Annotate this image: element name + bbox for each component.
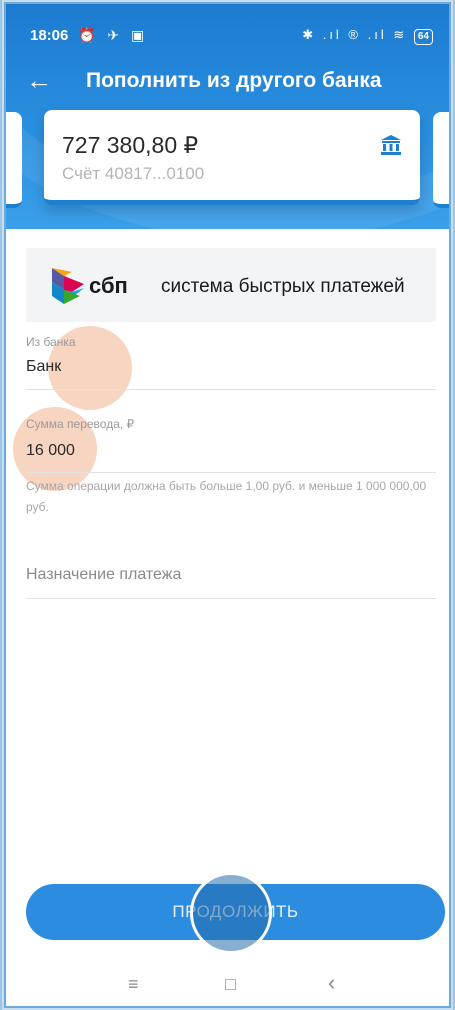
battery-icon: 64 bbox=[413, 29, 433, 45]
system-nav-bar: ≡ □ ‹ bbox=[6, 964, 449, 1006]
sbp-logo-icon bbox=[52, 268, 84, 304]
tap-marker-active bbox=[190, 872, 272, 954]
prev-account-card[interactable] bbox=[6, 112, 22, 208]
app-bar: ← Пополнить из другого банка bbox=[6, 56, 449, 110]
status-time: 18:06 bbox=[30, 27, 69, 44]
sbp-full-name: система быстрых платежей bbox=[161, 276, 405, 297]
bank-field-underline bbox=[26, 389, 436, 390]
bank-icon bbox=[381, 135, 401, 155]
purpose-field[interactable]: Назначение платежа bbox=[26, 566, 181, 584]
bank-field-label: Из банка bbox=[26, 335, 76, 349]
page-title: Пополнить из другого банка bbox=[86, 69, 382, 92]
phone-screen: 18:06 ⏰ ✈ ▣ ✱ .ıl ® .ıl ≋ 64 ← Пополнить… bbox=[6, 4, 449, 1006]
account-number: Счёт 40817...0100 bbox=[62, 164, 205, 183]
back-arrow-icon[interactable]: ← bbox=[26, 65, 52, 96]
next-account-card[interactable] bbox=[433, 112, 449, 208]
account-balance: 727 380,80 ₽ bbox=[62, 132, 199, 158]
home-icon[interactable]: □ bbox=[225, 974, 236, 995]
sbp-banner: сбп система быстрых платежей bbox=[26, 248, 436, 322]
account-card[interactable]: 727 380,80 ₽ Счёт 40817...0100 bbox=[44, 110, 420, 205]
status-bar: 18:06 ⏰ ✈ ▣ ✱ .ıl ® .ıl ≋ 64 bbox=[6, 24, 449, 50]
recent-apps-icon[interactable]: ≡ bbox=[128, 974, 139, 995]
signal-icons: ✱ .ıl ® .ıl ≋ bbox=[302, 27, 408, 42]
notification-icons: ⏰ ✈ ▣ bbox=[78, 27, 149, 43]
system-icons: ✱ .ıl ® .ıl ≋ 64 bbox=[302, 27, 433, 45]
purpose-field-underline bbox=[26, 598, 436, 599]
sbp-short-name: сбп bbox=[89, 273, 128, 298]
system-back-icon[interactable]: ‹ bbox=[328, 970, 335, 996]
bank-field[interactable]: Банк bbox=[26, 358, 61, 376]
amount-field-underline bbox=[26, 472, 436, 473]
amount-hint: Сумма операции должна быть больше 1,00 р… bbox=[26, 479, 427, 514]
amount-field-label: Сумма перевода, ₽ bbox=[26, 417, 135, 431]
amount-field[interactable]: 16 000 bbox=[26, 442, 75, 460]
